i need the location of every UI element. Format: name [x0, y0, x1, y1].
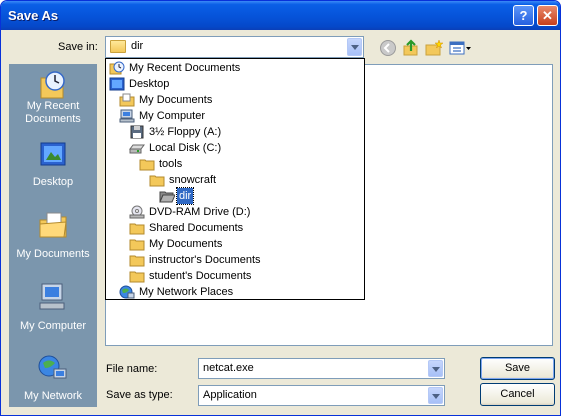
- place-desktop[interactable]: Desktop: [9, 134, 97, 200]
- open-folder-icon: [159, 189, 176, 203]
- views-menu-icon[interactable]: [449, 39, 473, 57]
- title-bar[interactable]: Save As ? ✕: [1, 1, 560, 30]
- chevron-down-icon[interactable]: [428, 360, 443, 377]
- place-my-computer[interactable]: My Computer: [9, 276, 97, 342]
- back-icon[interactable]: [379, 39, 397, 57]
- save-as-dialog: Save As ? ✕ Save in: dir My Recent Docum…: [0, 0, 561, 416]
- save-button[interactable]: Save: [480, 357, 555, 380]
- up-folder-icon[interactable]: [402, 39, 420, 57]
- dropdown-item-label: My Recent Documents: [129, 62, 241, 74]
- folder-icon: [129, 221, 145, 235]
- recent-documents-icon: [40, 71, 65, 99]
- my-network-icon: [38, 355, 67, 379]
- floppy-icon: [129, 125, 145, 139]
- filename-value: netcat.exe: [203, 362, 254, 374]
- cancel-button[interactable]: Cancel: [480, 383, 555, 406]
- close-button[interactable]: ✕: [537, 5, 558, 26]
- save-in-combo[interactable]: dir: [105, 36, 364, 58]
- folder-icon: [139, 157, 155, 171]
- dropdown-item-label: My Documents: [139, 94, 213, 106]
- folder-icon: [129, 253, 145, 267]
- dropdown-item-label: My Computer: [139, 110, 206, 122]
- dropdown-item-label: DVD-RAM Drive (D:): [149, 206, 251, 218]
- filetype-label: Save as type:: [106, 389, 173, 401]
- my-documents-icon: [39, 212, 67, 238]
- new-folder-icon[interactable]: [425, 39, 443, 57]
- dropdown-item-label: My Documents: [149, 238, 223, 250]
- save-in-value: dir: [131, 40, 144, 52]
- place-my-network[interactable]: My Network: [9, 348, 97, 414]
- filename-label: File name:: [106, 363, 158, 375]
- place-recent-documents[interactable]: My Recent Documents: [9, 64, 97, 130]
- place-my-documents[interactable]: My Documents: [9, 204, 97, 270]
- my-documents-icon: [119, 93, 135, 107]
- filetype-value: Application: [203, 389, 257, 401]
- place-label: Desktop: [32, 176, 74, 188]
- filename-input[interactable]: netcat.exe: [198, 358, 445, 379]
- dropdown-item-label: 3½ Floppy (A:): [149, 126, 222, 138]
- window-title: Save As: [8, 8, 59, 23]
- chevron-down-icon[interactable]: [347, 38, 362, 56]
- save-in-dropdown-list[interactable]: My Recent Documents Desktop My Documents My…: [105, 58, 365, 300]
- dropdown-item-label: tools: [159, 158, 183, 170]
- dropdown-item-label: student's Documents: [149, 270, 252, 282]
- dvd-drive-icon: [129, 205, 145, 219]
- dropdown-item-label: Local Disk (C:): [149, 142, 222, 154]
- filetype-select[interactable]: Application: [198, 385, 445, 406]
- folder-icon: [129, 269, 145, 283]
- dropdown-item-label: snowcraft: [169, 174, 217, 186]
- my-computer-icon: [39, 283, 65, 310]
- place-label: My Documents: [16, 248, 90, 260]
- places-bar: My Recent Documents Desktop My Documents: [9, 64, 97, 407]
- dropdown-item-label: dir: [175, 187, 195, 205]
- folder-icon: [149, 173, 165, 187]
- place-label: My Network: [23, 390, 83, 402]
- place-label: My Recent Documents: [25, 100, 81, 125]
- desktop-icon: [40, 142, 66, 166]
- dropdown-item-label: My Network Places: [139, 286, 234, 298]
- save-in-label: Save in:: [58, 41, 98, 53]
- my-computer-icon: [119, 109, 135, 123]
- recent-documents-icon: [109, 61, 125, 75]
- folder-icon: [129, 237, 145, 251]
- chevron-down-icon[interactable]: [428, 387, 443, 404]
- dropdown-item-label: Shared Documents: [149, 222, 244, 234]
- dropdown-item-label: instructor's Documents: [149, 254, 261, 266]
- network-places-icon: [119, 285, 135, 299]
- local-disk-icon: [129, 141, 145, 155]
- desktop-icon: [109, 77, 125, 91]
- help-button[interactable]: ?: [513, 5, 534, 26]
- place-label: My Computer: [19, 320, 87, 332]
- dropdown-item-label: Desktop: [129, 78, 170, 90]
- folder-icon: [110, 40, 126, 53]
